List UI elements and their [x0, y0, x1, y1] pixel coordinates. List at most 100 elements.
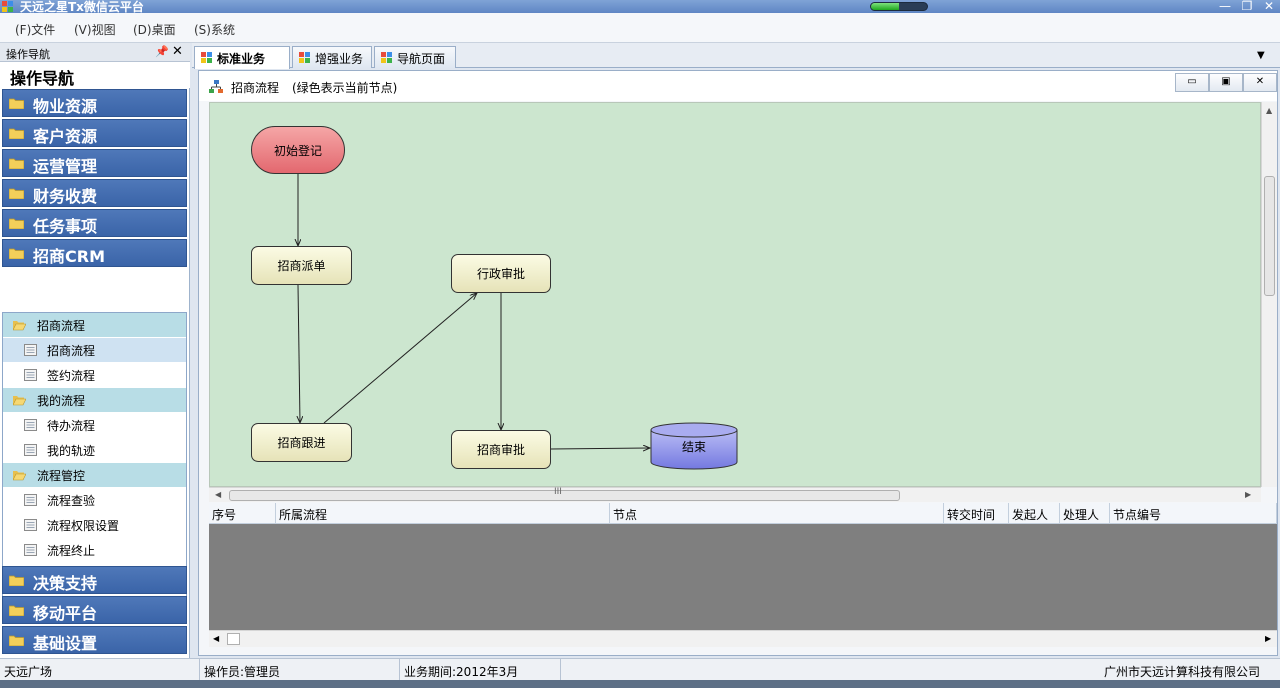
tab-dropdown-icon[interactable]: ▼: [1257, 50, 1265, 61]
horizontal-scroll-thumb[interactable]: [229, 490, 900, 501]
nav-sub-label: 我的轨迹: [47, 444, 96, 458]
grid-scroll-thumb[interactable]: [227, 633, 240, 645]
canvas-vertical-scrollbar[interactable]: ▲: [1261, 102, 1277, 487]
document-title: 招商流程: [231, 81, 280, 95]
nav-sub-item[interactable]: 签约流程: [3, 363, 186, 387]
nav-title: 操作导航: [0, 62, 190, 88]
grid-column-header[interactable]: 发起人: [1009, 503, 1060, 524]
nav-group-label: 移动平台: [33, 604, 98, 623]
nav-group-top-3[interactable]: 财务收费: [2, 179, 187, 207]
nav-group-top-2[interactable]: 运营管理: [2, 149, 187, 177]
grid-column-header[interactable]: 节点: [610, 503, 944, 524]
grid-column-label: 所属流程: [279, 508, 328, 522]
folder-icon: [8, 157, 25, 170]
tab-strip: 标准业务 增强业务 导航页面: [192, 43, 1280, 69]
menu-system[interactable]: (S)系统: [194, 21, 235, 38]
flow-node-label: 结束: [681, 439, 706, 454]
scroll-right-icon[interactable]: ▶: [1245, 490, 1251, 499]
nav-sub-label: 流程查验: [47, 494, 96, 508]
grid-scroll-left-icon[interactable]: ◀: [213, 634, 219, 643]
nav-group-bottom-0[interactable]: 决策支持: [2, 566, 187, 594]
nav-title-text: 操作导航: [10, 69, 75, 88]
vertical-scroll-thumb[interactable]: [1264, 176, 1275, 296]
pin-icon[interactable]: 📌: [155, 45, 169, 58]
nav-panel-header: 操作导航 📌 ✕: [0, 43, 190, 62]
scroll-up-icon[interactable]: ▲: [1266, 106, 1272, 115]
nav-sub-item[interactable]: 待办流程: [3, 413, 186, 437]
open-folder-icon: [12, 394, 27, 406]
close-window-icon[interactable]: ✕: [1262, 0, 1276, 13]
nav-sub-label: 招商流程: [47, 344, 96, 358]
menu-bar: (F)文件 (V)视图 (D)桌面 (S)系统: [0, 13, 1280, 43]
taskbar-strip: [0, 680, 1280, 688]
nav-sub-label: 流程终止: [47, 544, 96, 558]
tab-label: 标准业务: [217, 52, 266, 66]
tab-2[interactable]: 导航页面: [374, 46, 456, 68]
nav-sub-item[interactable]: 流程权限设置: [3, 513, 186, 537]
nav-group-label: 基础设置: [33, 634, 98, 653]
folder-icon: [8, 247, 25, 260]
restore-window-icon[interactable]: ❐: [1240, 0, 1254, 13]
close-panel-icon[interactable]: ✕: [172, 44, 183, 59]
flow-node-dispatch[interactable]: 招商派单: [251, 246, 352, 285]
nav-group-bottom-2[interactable]: 基础设置: [2, 626, 187, 654]
doc-minimize-icon[interactable]: ▭: [1175, 73, 1209, 92]
nav-sub-category[interactable]: 招商流程: [3, 313, 186, 337]
grid-column-label: 发起人: [1012, 508, 1049, 522]
document-icon: [24, 419, 37, 431]
flow-node-end[interactable]: 结束: [650, 422, 738, 470]
grid-column-header[interactable]: 节点编号: [1110, 503, 1277, 524]
nav-sub-item[interactable]: 流程终止: [3, 538, 186, 562]
crm-sub-menu: 招商流程 招商流程 签约流程 我的流程 待办流程 我的轨迹 流程管控 流程查验 流程权限设置 流程…: [2, 312, 187, 609]
menu-desktop[interactable]: (D)桌面: [133, 21, 176, 38]
doc-restore-icon[interactable]: ▣: [1209, 73, 1243, 92]
doc-close-icon[interactable]: ✕: [1243, 73, 1277, 92]
nav-sub-item[interactable]: 我的轨迹: [3, 438, 186, 462]
flowchart-icon: [209, 80, 223, 93]
nav-sub-item[interactable]: 流程查验: [3, 488, 186, 512]
nav-header-label: 操作导航: [6, 48, 50, 61]
nav-sub-label: 流程权限设置: [47, 519, 120, 533]
nav-group-top-1[interactable]: 客户资源: [2, 119, 187, 147]
grid-column-header[interactable]: 处理人: [1060, 503, 1110, 524]
grid-column-header[interactable]: 序号: [209, 503, 276, 524]
nav-sub-category[interactable]: 我的流程: [3, 388, 186, 412]
tab-label: 导航页面: [397, 52, 446, 66]
scroll-left-icon[interactable]: ◀: [215, 490, 221, 499]
nav-sub-label: 待办流程: [47, 419, 96, 433]
grid-column-header[interactable]: 转交时间: [944, 503, 1009, 524]
nav-group-top-0[interactable]: 物业资源: [2, 89, 187, 117]
grid-column-label: 序号: [212, 508, 237, 522]
flow-edge-approve-end: [550, 448, 650, 449]
flow-node-admin[interactable]: 行政审批: [451, 254, 551, 293]
grid-column-label: 节点编号: [1113, 508, 1162, 522]
nav-sub-category[interactable]: 流程管控: [3, 463, 186, 487]
nav-group-bottom-1[interactable]: 移动平台: [2, 596, 187, 624]
menu-file[interactable]: (F)文件: [15, 21, 55, 38]
status-location-cell: 天远广场: [0, 659, 200, 681]
nav-group-top-4[interactable]: 任务事项: [2, 209, 187, 237]
nav-sub-label: 签约流程: [47, 369, 96, 383]
grid-scroll-right-icon[interactable]: ▶: [1265, 634, 1271, 643]
document-icon: [24, 369, 37, 381]
grid-horizontal-scrollbar[interactable]: ◀ ▶: [209, 630, 1277, 647]
flowchart-canvas[interactable]: 初始登记招商派单招商跟进 行政审批招商审批 结束: [209, 102, 1261, 487]
minimize-window-icon[interactable]: —: [1218, 0, 1232, 13]
document-icon: [24, 519, 37, 531]
app-icon: [2, 1, 13, 12]
status-location: 天远广场: [4, 665, 53, 679]
flow-node-approve[interactable]: 招商审批: [451, 430, 551, 469]
folder-icon: [8, 604, 25, 617]
nav-group-top-5[interactable]: 招商CRM: [2, 239, 187, 267]
nav-sub-item[interactable]: 招商流程: [3, 338, 186, 362]
tab-0[interactable]: 标准业务: [194, 46, 290, 69]
loading-progress-bar: [870, 2, 928, 11]
flow-node-follow[interactable]: 招商跟进: [251, 423, 352, 462]
flow-node-start[interactable]: 初始登记: [251, 126, 345, 174]
menu-view[interactable]: (V)视图: [74, 21, 116, 38]
tab-1[interactable]: 增强业务: [292, 46, 372, 68]
canvas-horizontal-scrollbar[interactable]: ◀ III ▶: [209, 487, 1261, 502]
document-icon: [24, 444, 37, 456]
grid-column-header[interactable]: 所属流程: [276, 503, 610, 524]
open-folder-icon: [12, 469, 27, 481]
